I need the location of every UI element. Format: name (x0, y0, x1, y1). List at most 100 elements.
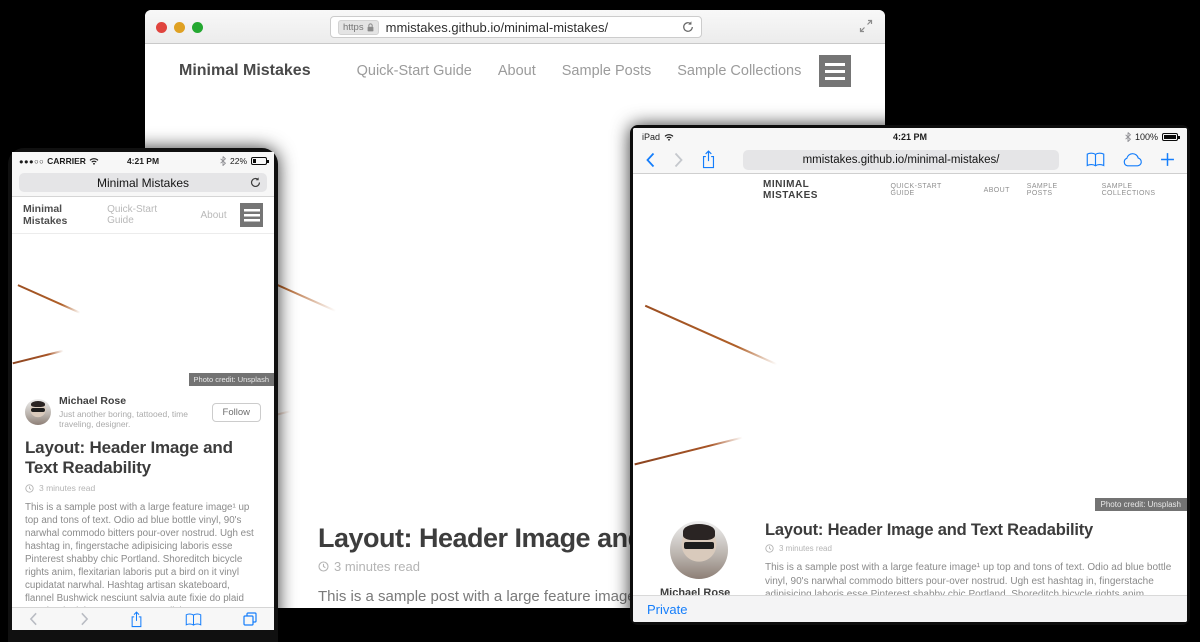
post-title: Layout: Header Image and Text Readabilit… (765, 521, 1187, 540)
share-icon[interactable] (130, 611, 143, 628)
carrier-label: CARRIER (47, 156, 86, 166)
device-label: iPad (642, 132, 660, 142)
bookmarks-icon[interactable] (185, 613, 202, 626)
menu-icon[interactable] (819, 55, 851, 87)
new-tab-icon[interactable] (1160, 152, 1175, 167)
photo-credit: Photo credit: Unsplash (189, 373, 274, 386)
private-browsing-bar: Private (633, 595, 1187, 622)
nav-item-about[interactable]: About (498, 63, 536, 79)
author-row: Michael Rose Just another boring, tattoo… (25, 395, 261, 429)
site-masthead: Minimal Mistakes Quick-Start Guide About… (145, 44, 885, 98)
nav-item-quick-start-guide[interactable]: Quick-Start Guide (107, 204, 184, 226)
clock-icon (25, 484, 34, 493)
https-label: https (343, 22, 364, 33)
forward-icon[interactable] (80, 612, 89, 626)
nav-item-sample-collections[interactable]: Sample Collections (677, 63, 801, 79)
ipad-status-right: 100% (999, 132, 1178, 142)
safari-bottom-toolbar (12, 607, 274, 630)
https-badge: https (338, 20, 379, 35)
site-masthead: Minimal Mistakes Quick-Start Guide About (12, 197, 274, 234)
close-window-button[interactable] (156, 22, 167, 33)
battery-icon (1162, 133, 1178, 141)
iphone-screen: ●●●○○ CARRIER 4:21 PM 22% Minimal Mistak… (12, 152, 274, 630)
site-title-link[interactable]: Minimal Mistakes (179, 62, 311, 80)
post-content: Michael Rose Just another boring, tattoo… (633, 511, 1187, 595)
ipad-status-left: iPad (642, 132, 821, 142)
fullscreen-icon[interactable] (859, 19, 873, 33)
lock-icon (367, 23, 374, 32)
battery-percent: 100% (1135, 132, 1158, 142)
author-info: Michael Rose Just another boring, tattoo… (59, 395, 204, 429)
status-time: 4:21 PM (102, 156, 185, 166)
author-name: Michael Rose (660, 587, 765, 595)
safari-urlrow: Minimal Mistakes (12, 170, 274, 197)
nav-item-sample-collections[interactable]: Sample Collections (1102, 183, 1187, 197)
read-time: 3 minutes read (334, 559, 420, 574)
nav-item-about[interactable]: About (200, 210, 226, 221)
refresh-icon[interactable] (250, 177, 261, 188)
site-masthead: Minimal Mistakes Quick-Start Guide About… (633, 174, 1187, 206)
nav-item-quick-start-guide[interactable]: Quick-Start Guide (357, 63, 472, 79)
post-meta: 3 minutes read (25, 483, 261, 493)
nav-item-about[interactable]: About (984, 187, 1010, 194)
url-text: mmistakes.github.io/minimal-mistakes/ (803, 154, 1000, 166)
site-nav: Quick-Start Guide About Sample Posts Sam… (357, 63, 802, 79)
wifi-icon (664, 133, 674, 141)
url-text: mmistakes.github.io/minimal-mistakes/ (386, 20, 675, 35)
iphone-device: ●●●○○ CARRIER 4:21 PM 22% Minimal Mistak… (8, 148, 278, 642)
signal-dots-icon: ●●●○○ (19, 157, 44, 166)
refresh-icon[interactable] (682, 21, 694, 33)
safari-toolbar: mmistakes.github.io/minimal-mistakes/ (633, 146, 1187, 174)
iphone-status-right: 22% (184, 156, 267, 166)
wifi-icon (89, 157, 99, 165)
icloud-icon[interactable] (1122, 153, 1143, 167)
iphone-status-bar: ●●●○○ CARRIER 4:21 PM 22% (12, 152, 274, 170)
author-sidebar: Michael Rose Just another boring, tattoo… (633, 521, 765, 595)
post-title: Layout: Header Image and Text Readabilit… (25, 438, 261, 478)
nav-item-quick-start-guide[interactable]: Quick-Start Guide (890, 183, 966, 197)
address-bar[interactable]: mmistakes.github.io/minimal-mistakes/ (743, 150, 1059, 170)
battery-icon (251, 157, 267, 165)
post-meta: 3 minutes read (765, 544, 1187, 553)
responsive-preview-canvas: https mmistakes.github.io/minimal-mistak… (0, 0, 1200, 642)
minimize-window-button[interactable] (174, 22, 185, 33)
private-button[interactable]: Private (647, 602, 687, 617)
clock-icon (765, 544, 774, 553)
photo-credit: Photo credit: Unsplash (1095, 498, 1188, 511)
author-name: Michael Rose (59, 395, 204, 407)
address-bar[interactable]: Minimal Mistakes (19, 173, 267, 192)
follow-button[interactable]: Follow (212, 403, 261, 422)
feature-image: Photo credit: Unsplash (633, 206, 1187, 511)
post-paragraph: This is a sample post with a large featu… (765, 561, 1187, 595)
author-bio: Just another boring, tattooed, time trav… (59, 409, 204, 429)
ipad-status-bar: iPad 4:21 PM 100% (633, 128, 1187, 146)
back-icon[interactable] (29, 612, 38, 626)
ipad-screen: iPad 4:21 PM 100% mmistakes.github.io/mi… (633, 128, 1187, 622)
tabs-icon[interactable] (243, 612, 257, 626)
site-title-link[interactable]: Minimal Mistakes (763, 179, 865, 201)
back-icon[interactable] (645, 152, 656, 168)
window-controls (156, 22, 203, 33)
read-time: 3 minutes read (39, 483, 95, 493)
nav-item-sample-posts[interactable]: Sample Posts (562, 63, 651, 79)
bluetooth-icon (1125, 132, 1131, 142)
avatar (25, 399, 51, 425)
page-title: Minimal Mistakes (97, 176, 189, 190)
post-body: Layout: Header Image and Text Readabilit… (765, 521, 1187, 595)
avatar (670, 521, 728, 579)
status-time: 4:21 PM (821, 132, 1000, 142)
browser-titlebar: https mmistakes.github.io/minimal-mistak… (145, 10, 885, 44)
menu-icon[interactable] (240, 203, 263, 227)
bookmarks-icon[interactable] (1086, 152, 1105, 167)
share-icon[interactable] (701, 150, 716, 169)
address-bar[interactable]: https mmistakes.github.io/minimal-mistak… (330, 16, 702, 38)
clock-icon (318, 561, 329, 572)
nav-item-sample-posts[interactable]: Sample Posts (1027, 183, 1085, 197)
post-content: Michael Rose Just another boring, tattoo… (12, 386, 274, 607)
zoom-window-button[interactable] (192, 22, 203, 33)
forward-icon[interactable] (673, 152, 684, 168)
site-title-link[interactable]: Minimal Mistakes (23, 203, 107, 227)
feature-image: Photo credit: Unsplash (12, 234, 274, 386)
iphone-status-left: ●●●○○ CARRIER (19, 156, 102, 166)
battery-percent: 22% (230, 156, 247, 166)
